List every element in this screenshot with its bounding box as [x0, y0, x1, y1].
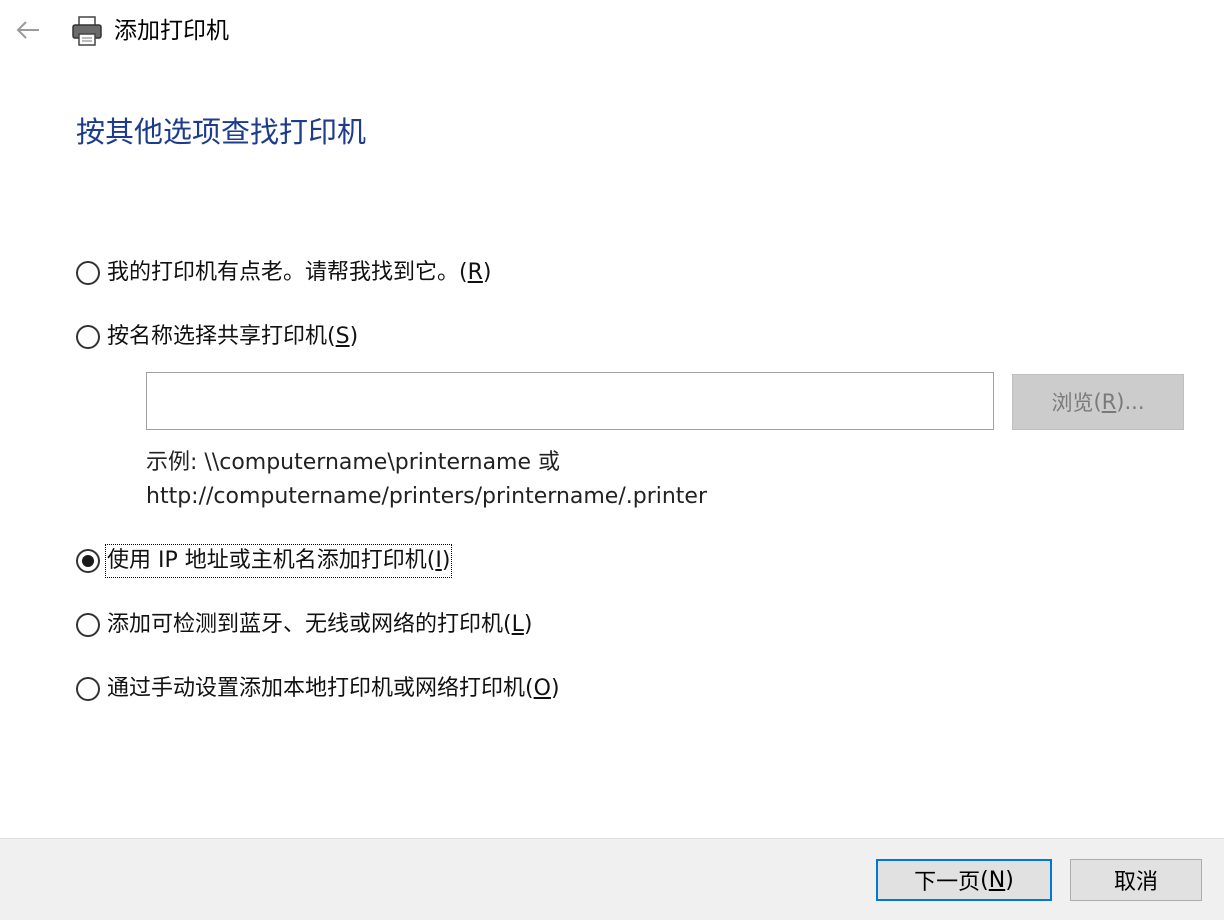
window-title: 添加打印机	[114, 18, 229, 44]
radio-dot	[82, 555, 94, 567]
add-printer-wizard: 添加打印机 按其他选项查找打印机 我的打印机有点老。请帮我找到它。(R) 按名称…	[0, 0, 1224, 920]
example-line-2: http://computername/printers/printername…	[146, 484, 708, 509]
back-button[interactable]	[10, 14, 46, 46]
option-manual-settings[interactable]: 通过手动设置添加本地打印机或网络打印机(O)	[76, 672, 560, 706]
page-heading: 按其他选项查找打印机	[76, 115, 367, 149]
printer-icon	[72, 16, 102, 46]
cancel-button[interactable]: 取消	[1070, 859, 1202, 901]
option-label: 添加可检测到蓝牙、无线或网络的打印机(L)	[107, 612, 533, 637]
example-text: 示例: \\computername\printername 或 http://…	[146, 446, 707, 514]
shared-printer-name-input[interactable]	[146, 372, 994, 430]
footer-bar: 下一页(N) 取消	[0, 838, 1224, 920]
radio-button[interactable]	[76, 677, 100, 701]
option-label: 我的打印机有点老。请帮我找到它。(R)	[107, 260, 492, 285]
radio-button[interactable]	[76, 261, 100, 285]
back-arrow-icon	[16, 21, 39, 39]
option-bluetooth-wireless-network[interactable]: 添加可检测到蓝牙、无线或网络的打印机(L)	[76, 608, 532, 642]
option-shared-printer-by-name[interactable]: 按名称选择共享打印机(S)	[76, 320, 358, 354]
example-line-1: 示例: \\computername\printername 或	[146, 450, 561, 475]
next-button[interactable]: 下一页(N)	[876, 859, 1052, 901]
radio-button-selected[interactable]	[76, 549, 100, 573]
radio-button[interactable]	[76, 613, 100, 637]
option-ip-address-hostname[interactable]: 使用 IP 地址或主机名添加打印机(I)	[76, 544, 453, 578]
option-label: 通过手动设置添加本地打印机或网络打印机(O)	[107, 676, 560, 701]
browse-button[interactable]: 浏览(R)...	[1012, 374, 1184, 430]
option-label: 使用 IP 地址或主机名添加打印机(I)	[104, 544, 453, 578]
option-old-printer[interactable]: 我的打印机有点老。请帮我找到它。(R)	[76, 256, 492, 290]
option-label: 按名称选择共享打印机(S)	[107, 324, 359, 349]
radio-button[interactable]	[76, 325, 100, 349]
